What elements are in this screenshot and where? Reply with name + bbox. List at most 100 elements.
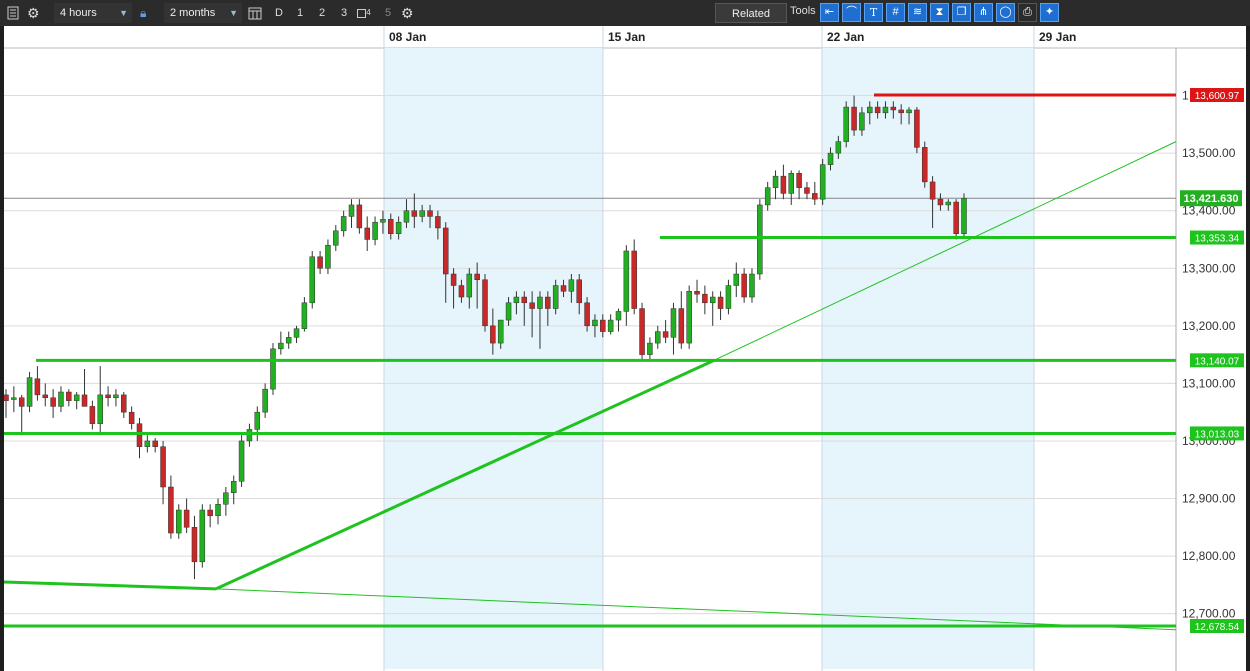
period-button-2[interactable]: 2	[314, 3, 330, 23]
gear-icon[interactable]: ⚙	[27, 3, 43, 23]
x-tick-label: 15 Jan	[608, 30, 645, 44]
list-icon[interactable]	[6, 3, 20, 23]
candle-body	[270, 348, 276, 390]
period-button-5[interactable]: 5	[380, 3, 396, 23]
candle-body	[874, 106, 881, 114]
period-button-1[interactable]: 1	[292, 3, 308, 23]
candle-body	[427, 210, 433, 217]
related-button[interactable]: Related	[715, 3, 787, 23]
candle-body	[419, 210, 425, 217]
candle-body	[945, 201, 952, 206]
grid-tool-icon[interactable]: #	[886, 3, 905, 22]
calendar-icon[interactable]	[248, 3, 262, 23]
period-button-3[interactable]: 3	[336, 3, 352, 23]
gear-icon[interactable]: ⚙	[401, 3, 417, 23]
candle-body	[513, 296, 520, 304]
settings-tool-icon[interactable]: ✦	[1040, 3, 1059, 22]
candle-body	[152, 440, 158, 447]
candle-body	[623, 250, 630, 312]
candle-body	[73, 394, 80, 401]
period-button-4[interactable]: 4	[356, 3, 372, 23]
candle-body	[859, 112, 865, 131]
candle-body	[26, 377, 33, 407]
candle-body	[843, 106, 849, 142]
range-select[interactable]: 2 months ▼	[164, 3, 242, 23]
candle-body	[709, 296, 716, 304]
candle-body	[168, 486, 174, 534]
fibonacci-tool-icon[interactable]: ≋	[908, 3, 927, 22]
lock-icon[interactable]: 🔒︎	[140, 3, 152, 23]
shape-tool-icon[interactable]: ◯	[996, 3, 1015, 22]
timeframe-select[interactable]: 4 hours ▼	[54, 3, 132, 23]
candle-body	[733, 273, 740, 286]
curve-tool-icon[interactable]: ⌒	[842, 3, 861, 22]
level-price-label: 13,353.34	[1195, 234, 1240, 245]
chart-area[interactable]: 08 Jan 15 Jan 22 Jan 29 Jan 12,700.00 12,800.…	[0, 26, 1250, 671]
candle-body	[176, 509, 182, 534]
candle-body	[545, 296, 551, 309]
candle-body	[906, 109, 912, 114]
candle-body	[482, 279, 488, 327]
candle-body	[223, 492, 229, 505]
period-button-d[interactable]: D	[270, 3, 288, 23]
y-tick-label: 12,900.00	[1182, 492, 1236, 506]
candle-body	[458, 285, 465, 298]
candle-body	[89, 406, 96, 424]
y-tick-label: 13,200.00	[1182, 319, 1236, 333]
candle-body	[835, 141, 842, 154]
chevron-down-icon: ▼	[119, 8, 128, 18]
candle-body	[97, 394, 103, 424]
timeframe-value: 4 hours	[60, 7, 97, 19]
candle-body	[207, 509, 213, 517]
chevron-down-icon: ▼	[229, 8, 238, 18]
chart-toolbar: ⚙ 4 hours ▼ 🔒︎ 2 months ▼ D 1 2 3 4 5 ⚙ …	[0, 0, 1250, 27]
candle-body	[450, 273, 457, 286]
candle-body	[58, 391, 64, 407]
candle-body	[882, 106, 889, 114]
candle-body	[442, 227, 449, 275]
candle-body	[537, 296, 543, 309]
x-tick-label: 08 Jan	[389, 30, 426, 44]
print-icon[interactable]: ⎙	[1018, 3, 1037, 22]
candle-body	[812, 193, 818, 200]
candle-body	[372, 221, 378, 240]
candle-body	[238, 440, 245, 482]
candle-body	[113, 394, 119, 399]
level-price-label: 12,678.54	[1195, 622, 1240, 633]
candle-body	[474, 273, 480, 281]
candle-body	[662, 331, 669, 338]
candle-body	[66, 391, 72, 401]
candle-body	[81, 394, 88, 407]
candle-body	[529, 302, 535, 309]
y-tick-label: 13,100.00	[1182, 376, 1236, 390]
window-tool-icon[interactable]: ❐	[952, 3, 971, 22]
x-tick-label: 22 Jan	[827, 30, 864, 44]
y-tick-label: 12,800.00	[1182, 549, 1236, 563]
text-tool-icon[interactable]: T	[864, 3, 883, 22]
pitchfork-tool-icon[interactable]: ⋔	[974, 3, 993, 22]
y-tick-label: 13,500.00	[1182, 146, 1236, 160]
candle-body	[600, 319, 606, 332]
candle-body	[560, 285, 567, 292]
candle-body	[655, 331, 661, 344]
candle-body	[788, 173, 794, 194]
candle-body	[309, 256, 315, 304]
level-price-label: 13,140.07	[1195, 356, 1240, 367]
candle-body	[764, 187, 771, 206]
candle-body	[772, 175, 779, 188]
candle-body	[11, 397, 17, 400]
candle-tool-icon[interactable]: ⧗	[930, 3, 949, 22]
candle-body	[128, 411, 135, 424]
candle-body	[403, 210, 410, 223]
y-tick-label: 1	[1182, 89, 1189, 103]
candle-body	[725, 285, 732, 309]
arrow-tool-icon[interactable]: ⇤	[820, 3, 839, 22]
candle-body	[819, 164, 826, 200]
candle-body	[929, 181, 936, 200]
x-tick-label: 29 Jan	[1039, 30, 1076, 44]
candle-body	[757, 204, 763, 275]
y-tick-label: 12,700.00	[1182, 607, 1236, 621]
candle-body	[505, 302, 512, 321]
candle-body	[301, 302, 308, 329]
candle-body	[521, 296, 528, 304]
